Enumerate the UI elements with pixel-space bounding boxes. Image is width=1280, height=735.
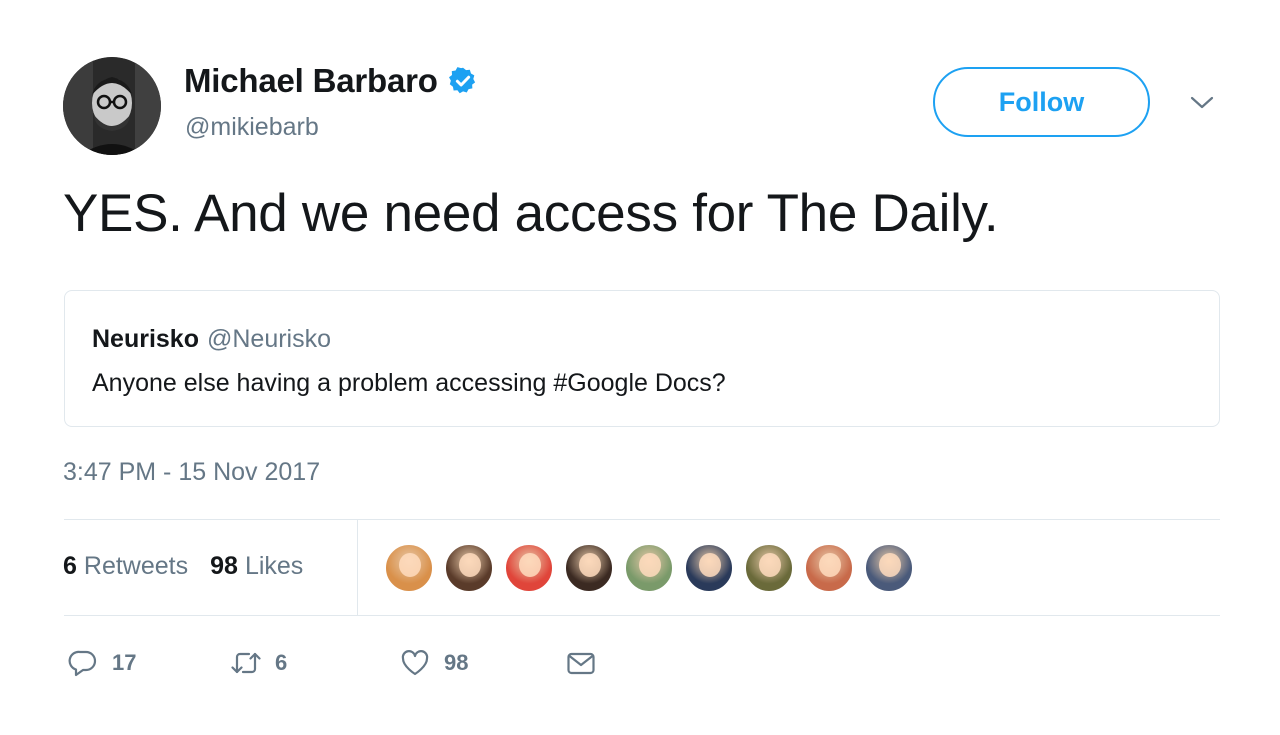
liker-avatar[interactable]	[684, 543, 734, 593]
tweet-stats: 6 Retweets 98 Likes	[63, 552, 303, 581]
retweets-label: Retweets	[83, 552, 189, 580]
liker-avatar[interactable]	[864, 543, 914, 593]
heart-icon	[401, 650, 429, 676]
liker-avatar[interactable]	[624, 543, 674, 593]
liker-avatar[interactable]	[804, 543, 854, 593]
quoted-tweet[interactable]: Neurisko @Neurisko Anyone else having a …	[64, 290, 1220, 427]
quoted-tweet-header: Neurisko @Neurisko	[92, 325, 331, 354]
liker-avatars	[384, 543, 914, 593]
reply-button[interactable]: 17	[68, 648, 136, 678]
caret-down-icon[interactable]	[1188, 93, 1216, 113]
liker-avatar[interactable]	[564, 543, 614, 593]
author-name[interactable]: Michael Barbaro	[184, 62, 438, 100]
author-name-row[interactable]: Michael Barbaro	[184, 62, 478, 100]
divider	[64, 615, 1220, 616]
avatar-image	[63, 57, 161, 155]
follow-button[interactable]: Follow	[933, 67, 1150, 137]
tweet-text: YES. And we need access for The Daily.	[63, 184, 999, 243]
quoted-tweet-text: Anyone else having a problem accessing #…	[92, 369, 726, 397]
liker-avatar[interactable]	[384, 543, 434, 593]
liker-avatar[interactable]	[444, 543, 494, 593]
direct-message-button[interactable]	[566, 648, 596, 678]
divider	[64, 519, 1220, 520]
likes-count: 98	[210, 552, 238, 580]
retweets-count: 6	[63, 552, 77, 580]
like-count: 98	[444, 650, 469, 675]
retweet-count: 6	[275, 650, 288, 675]
quoted-author-name: Neurisko	[92, 325, 199, 353]
timestamp[interactable]: 3:47 PM - 15 Nov 2017	[63, 458, 320, 487]
liker-avatar[interactable]	[744, 543, 794, 593]
reply-count: 17	[112, 650, 137, 675]
tweet: Michael Barbaro @mikiebarb Follow YES. A…	[0, 0, 1280, 735]
quoted-author-handle: @Neurisko	[206, 325, 332, 353]
likes-stat[interactable]: 98 Likes	[210, 552, 303, 581]
verified-icon	[448, 66, 478, 96]
likes-label: Likes	[244, 552, 304, 580]
stats-separator	[357, 520, 358, 615]
like-button[interactable]: 98	[400, 648, 468, 678]
retweet-button[interactable]: 6	[231, 648, 287, 678]
author-handle[interactable]: @mikiebarb	[185, 113, 319, 142]
author-avatar[interactable]	[63, 57, 161, 155]
mail-icon	[567, 652, 595, 675]
liker-avatar[interactable]	[504, 543, 554, 593]
retweets-stat[interactable]: 6 Retweets	[63, 552, 188, 581]
reply-icon	[68, 650, 97, 677]
retweet-icon	[231, 652, 261, 674]
